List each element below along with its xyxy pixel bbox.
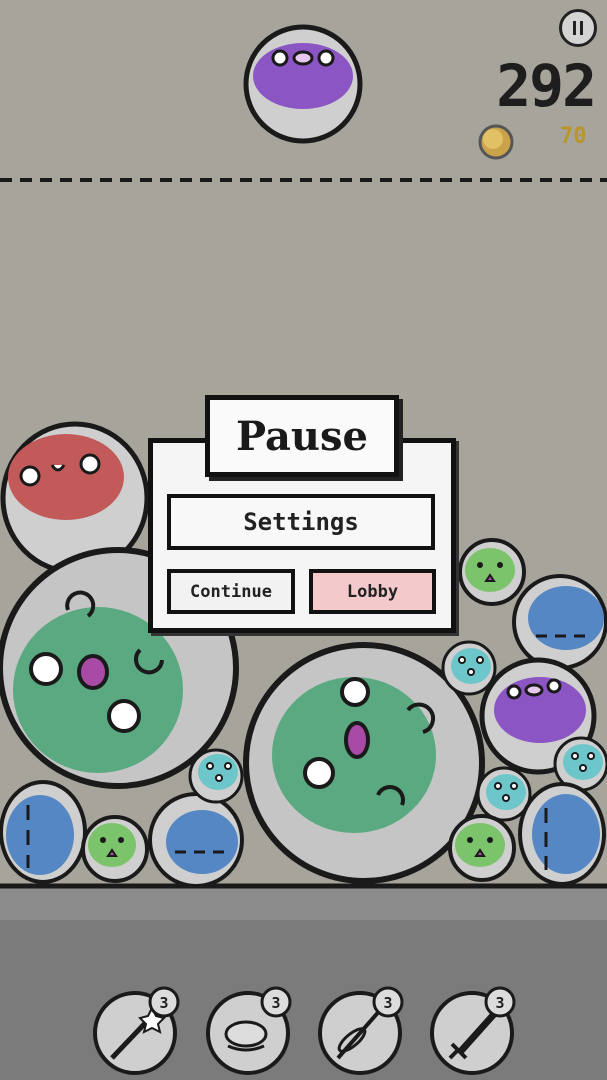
- pause-icon: [573, 21, 583, 35]
- pause-title: Pause: [205, 395, 399, 477]
- settings-button[interactable]: Settings: [167, 494, 435, 550]
- blue-blob-center: [148, 792, 244, 888]
- blue-blob-right-bottom: [518, 782, 606, 886]
- lime-blob-bottom-left: [81, 815, 149, 883]
- lime-blob-right: [458, 538, 526, 606]
- coin-icon: [478, 124, 514, 160]
- blue-blob-right-top: [512, 574, 607, 670]
- blob-hand-icon: [224, 1020, 268, 1048]
- item-count: 3: [159, 994, 168, 1012]
- item-count: 3: [383, 994, 392, 1012]
- lime-blob-right-bottom: [448, 814, 516, 882]
- item-count: 3: [495, 994, 504, 1012]
- blue-blob-left: [0, 780, 87, 884]
- floor-edge: [0, 886, 607, 920]
- score-value: 292: [496, 52, 597, 120]
- continue-button[interactable]: Continue: [167, 569, 295, 614]
- next-ball: [243, 24, 363, 144]
- pause-button[interactable]: [559, 9, 597, 47]
- lobby-button[interactable]: Lobby: [309, 569, 436, 614]
- cyan-blob-left: [188, 748, 244, 804]
- coin-count: 70: [560, 124, 587, 149]
- item-count: 3: [271, 994, 280, 1012]
- cyan-blob-right: [441, 640, 497, 696]
